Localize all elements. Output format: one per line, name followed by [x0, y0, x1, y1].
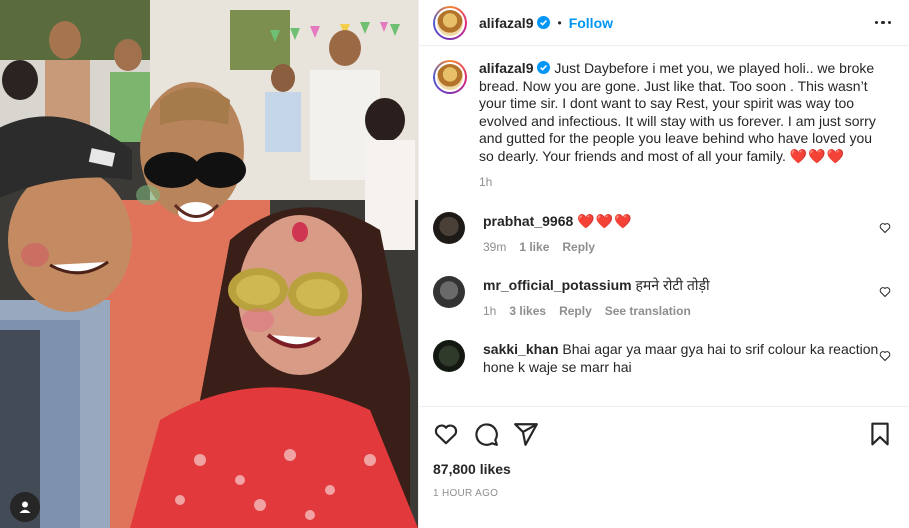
comment-item: mr_official_potassium हमने रोटी तोड़ी 1h…	[433, 275, 893, 320]
post-actions: 87,800 likes 1 HOUR AGO	[419, 406, 909, 528]
comment-likes[interactable]: 1 like	[519, 238, 549, 256]
comment-meta: 1h 3 likes Reply See translation	[483, 302, 879, 320]
commenter-avatar[interactable]	[433, 275, 465, 308]
commenter-avatar[interactable]	[433, 211, 465, 244]
caption-emoji: ❤️❤️❤️	[789, 147, 846, 164]
comment-item: prabhat_9968 ❤️❤️❤️ 39m 1 like Reply	[433, 211, 893, 256]
comment-age: 1h	[483, 303, 497, 318]
paper-plane-icon[interactable]	[513, 421, 539, 447]
commenter-username[interactable]: mr_official_potassium	[483, 277, 632, 293]
verified-badge-icon	[537, 16, 551, 29]
heart-icon[interactable]	[879, 286, 891, 298]
comment-age: 39m	[483, 239, 507, 254]
instagram-post: alifazal9 • Follow alifazal9 Just Daybef…	[0, 0, 909, 528]
comment-body: mr_official_potassium हमने रोटी तोड़ी 1h…	[483, 276, 879, 320]
caption-age: 1h	[479, 175, 493, 189]
heart-icon[interactable]	[433, 421, 459, 447]
holi-selfie-image	[0, 0, 418, 528]
post-photo[interactable]	[0, 0, 418, 528]
commenter-avatar[interactable]	[433, 339, 465, 372]
comment-item: sakki_khan Bhai agar ya maar gya hai to …	[433, 339, 893, 376]
reply-button[interactable]: Reply	[559, 302, 592, 320]
separator-dot: •	[557, 15, 562, 30]
post-timestamp: 1 HOUR AGO	[433, 488, 499, 499]
follow-button[interactable]: Follow	[569, 15, 613, 31]
comments-section: alifazal9 Just Daybefore i met you, we p…	[419, 46, 909, 406]
comment-meta: 39m 1 like Reply	[483, 238, 879, 256]
see-translation-button[interactable]: See translation	[605, 302, 691, 320]
commenter-username[interactable]: sakki_khan	[483, 341, 559, 357]
more-options-icon[interactable]	[873, 15, 894, 31]
heart-icon[interactable]	[879, 350, 891, 362]
comment-likes[interactable]: 3 likes	[509, 302, 546, 320]
reply-button[interactable]: Reply	[562, 238, 595, 256]
post-caption: alifazal9 Just Daybefore i met you, we p…	[433, 60, 893, 192]
author-username[interactable]: alifazal9	[479, 15, 533, 31]
action-icons	[433, 421, 893, 447]
post-header: alifazal9 • Follow	[419, 0, 909, 46]
verified-badge-icon	[537, 61, 551, 74]
comment-body: sakki_khan Bhai agar ya maar gya hai to …	[483, 340, 879, 376]
author-avatar[interactable]	[433, 5, 467, 40]
likes-count[interactable]: 87,800 likes	[433, 461, 893, 477]
commenter-username[interactable]: prabhat_9968	[483, 213, 573, 229]
caption-username[interactable]: alifazal9	[479, 60, 533, 76]
comment-body: prabhat_9968 ❤️❤️❤️ 39m 1 like Reply	[483, 212, 879, 256]
user-tag-icon[interactable]	[10, 492, 40, 522]
heart-icon[interactable]	[879, 222, 891, 234]
bookmark-icon[interactable]	[867, 421, 893, 447]
post-side-panel: alifazal9 • Follow alifazal9 Just Daybef…	[418, 0, 909, 528]
comment-bubble-icon[interactable]	[473, 421, 499, 447]
caption-avatar[interactable]	[433, 60, 467, 94]
caption-body: alifazal9 Just Daybefore i met you, we p…	[479, 60, 889, 192]
comment-emoji: ❤️❤️❤️	[577, 212, 633, 229]
comment-text: हमने रोटी तोड़ी	[635, 276, 710, 293]
